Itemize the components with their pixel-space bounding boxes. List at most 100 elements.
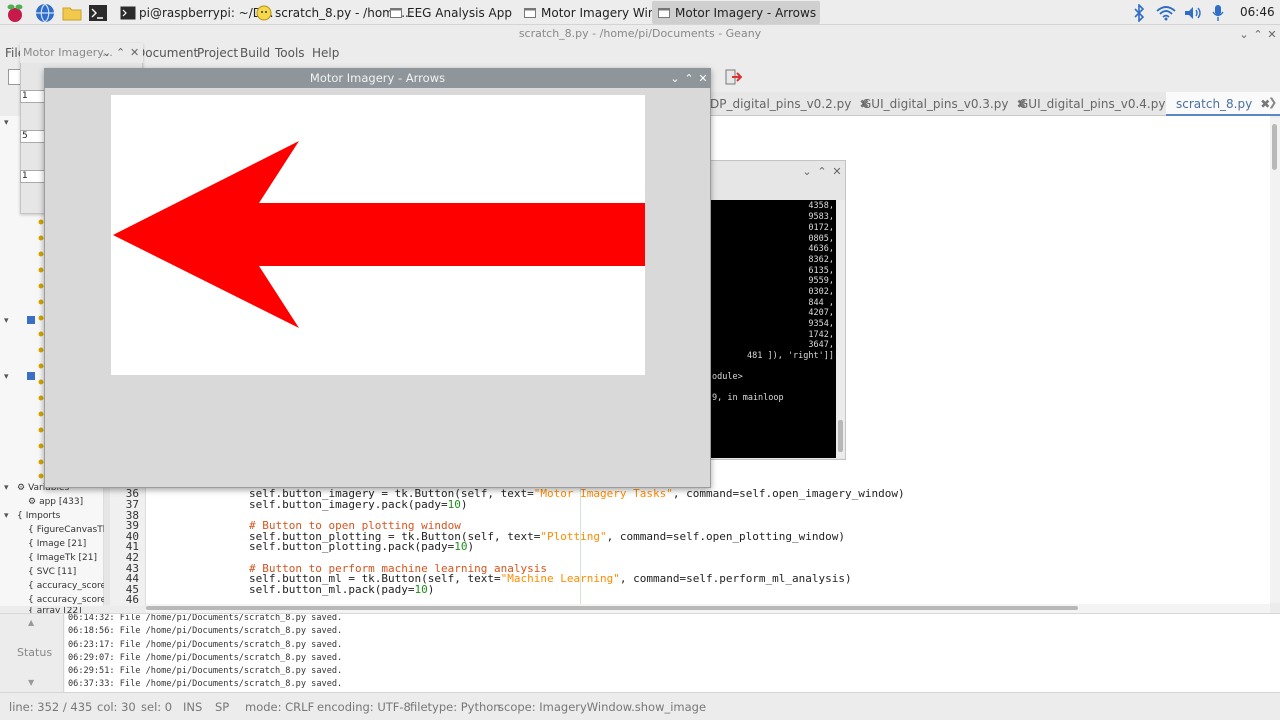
menu-tools[interactable]: Tools bbox=[275, 46, 305, 60]
message-tabs: ▲ Status ▼ bbox=[0, 614, 64, 692]
terminal-icon[interactable] bbox=[87, 2, 109, 23]
menu-build[interactable]: Build bbox=[240, 46, 270, 60]
status-sel: sel: 0 bbox=[141, 700, 173, 714]
sidebar-label: ImageTk [21] bbox=[36, 553, 97, 563]
status-message: 06:18:56: File /home/pi/Documents/scratc… bbox=[68, 626, 343, 636]
expander-icon[interactable]: ▾ bbox=[4, 483, 9, 493]
console-line: 4636, bbox=[808, 244, 834, 254]
console-line: 6135, bbox=[808, 266, 834, 276]
maximize-icon[interactable]: ⌃ bbox=[682, 71, 696, 85]
console-line: 844 , bbox=[808, 298, 834, 308]
sidebar-item-import[interactable]: {accuracy_score bbox=[28, 581, 106, 591]
console-line: 0805, bbox=[808, 234, 834, 244]
console-line: 9354, bbox=[808, 319, 834, 329]
document-tabs: DP_digital_pins_v0.2.py ✖ GUI_digital_pin… bbox=[710, 92, 1280, 116]
quit-icon[interactable] bbox=[724, 68, 743, 86]
motor-imagery-window-titlebar[interactable]: Motor Imagery... ⌄ ⌃ ✕ bbox=[20, 43, 143, 63]
menubar: File Document Project Build Tools Help bbox=[0, 43, 1280, 63]
minimize-icon[interactable]: ⌄ bbox=[800, 164, 814, 178]
sidebar-label: FigureCanvasTkA bbox=[36, 525, 115, 535]
minimize-icon[interactable]: ⌄ bbox=[1237, 27, 1251, 41]
taskbar: pi@raspberrypi: ~/D... scratch_8.py - /h… bbox=[0, 0, 1280, 25]
sidebar-label: accuracy_score bbox=[36, 581, 107, 591]
arrow-canvas bbox=[111, 95, 645, 375]
entry-field[interactable]: 5 bbox=[20, 130, 46, 143]
browser-icon[interactable] bbox=[34, 2, 56, 23]
tab-dp-digital-pins[interactable]: DP_digital_pins_v0.2.py ✖ bbox=[710, 92, 869, 116]
minimize-icon[interactable]: ⌄ bbox=[668, 71, 682, 85]
console-output[interactable]: 4358, 9583, 0172, 0805, 4636, 8362, 6135… bbox=[710, 200, 836, 458]
status-message: 06:23:17: File /home/pi/Documents/scratc… bbox=[68, 640, 343, 650]
terminal-icon bbox=[120, 6, 136, 20]
clock: 06:46 bbox=[1240, 5, 1275, 19]
close-icon[interactable]: ✕ bbox=[830, 164, 844, 178]
entry-field[interactable]: 1 bbox=[20, 170, 46, 183]
window-icon bbox=[656, 6, 672, 20]
console-line: 8362, bbox=[808, 255, 834, 265]
scrollbar-thumb[interactable] bbox=[146, 606, 1078, 610]
sidebar-item-import[interactable]: {Image [21] bbox=[28, 539, 86, 549]
wifi-icon[interactable] bbox=[1156, 3, 1176, 22]
console-line: 4207, bbox=[808, 308, 834, 318]
expander-icon[interactable]: ▾ bbox=[4, 511, 9, 521]
file-manager-icon[interactable] bbox=[61, 2, 83, 23]
left-arrow-icon bbox=[113, 141, 645, 328]
sidebar-label: Image [21] bbox=[36, 539, 87, 549]
bluetooth-icon[interactable] bbox=[1129, 3, 1149, 22]
close-icon[interactable]: ✕ bbox=[696, 71, 710, 85]
code-editor[interactable]: self.button_imagery = tk.Button(self, te… bbox=[146, 486, 1270, 606]
task-eeg-app[interactable]: EEG Analysis App bbox=[384, 1, 516, 24]
close-icon[interactable]: ✕ bbox=[1265, 27, 1279, 41]
window-title: Motor Imagery... bbox=[23, 46, 113, 59]
microphone-icon[interactable] bbox=[1208, 3, 1228, 22]
import-icon: { bbox=[28, 595, 34, 605]
scrollbar-thumb[interactable] bbox=[1272, 124, 1277, 170]
expander-icon[interactable]: ▾ bbox=[4, 372, 9, 382]
raspberry-menu-icon[interactable] bbox=[4, 2, 26, 23]
tab-gui-digital-pins-v03[interactable]: GUI_digital_pins_v0.3.py ✖ bbox=[862, 92, 1027, 116]
sidebar-item-import[interactable]: {SVC [11] bbox=[28, 567, 76, 577]
menu-document[interactable]: Document bbox=[136, 46, 198, 60]
import-icon: { bbox=[28, 525, 34, 535]
editor-vertical-scrollbar[interactable] bbox=[1270, 118, 1280, 603]
expander-icon[interactable]: ▾ bbox=[4, 118, 9, 128]
import-icon: { bbox=[28, 539, 34, 549]
tab-scratch-8[interactable]: scratch_8.py ✖ bbox=[1166, 92, 1280, 116]
task-motor-imagery-arrows[interactable]: Motor Imagery - Arrows bbox=[652, 1, 821, 24]
sidebar-label: Imports bbox=[25, 511, 61, 521]
menu-project[interactable]: Project bbox=[197, 46, 238, 60]
scroll-down-icon[interactable]: ▼ bbox=[28, 678, 34, 687]
console-line: 9583, bbox=[808, 212, 834, 222]
geany-window-title: scratch_8.py - /home/pi/Documents - Gean… bbox=[518, 27, 762, 40]
close-icon[interactable]: ✕ bbox=[130, 46, 139, 59]
arrows-window-titlebar[interactable]: Motor Imagery - Arrows bbox=[44, 68, 711, 88]
sidebar-item-import[interactable]: {ImageTk [21] bbox=[28, 553, 97, 563]
status-mode: mode: CRLF bbox=[245, 700, 315, 714]
tab-gui-digital-pins-v04[interactable]: GUI_digital_pins_v0.4.py✖ bbox=[1019, 92, 1184, 116]
console-line: 0302, bbox=[808, 287, 834, 297]
line-number: 46 bbox=[125, 593, 139, 606]
sidebar-item-import[interactable]: {accuracy_score bbox=[28, 595, 106, 605]
sidebar-label: SVC [11] bbox=[36, 567, 77, 577]
statusbar: line: 352 / 435 col: 30 sel: 0 INS SP mo… bbox=[0, 692, 1280, 720]
maximize-icon[interactable]: ⌃ bbox=[815, 164, 829, 178]
sidebar-item-app[interactable]: ⚙ app [433] bbox=[28, 497, 83, 507]
scroll-up-icon[interactable]: ▲ bbox=[28, 618, 34, 627]
scrollbar-thumb[interactable] bbox=[838, 420, 843, 452]
maximize-icon[interactable]: ⌃ bbox=[1251, 27, 1265, 41]
line-number-gutter: 36 37 38 39 40 41 42 43 44 45 46 bbox=[110, 486, 146, 606]
chevron-down-icon[interactable]: ⌄ bbox=[102, 46, 111, 59]
class-icon bbox=[26, 315, 36, 328]
maximize-icon[interactable]: ⌃ bbox=[116, 46, 125, 59]
status-messages: 06:14:32: File /home/pi/Documents/scratc… bbox=[65, 614, 1280, 692]
expander-icon[interactable]: ▾ bbox=[4, 316, 9, 326]
tab-status[interactable]: Status bbox=[17, 646, 52, 659]
volume-icon[interactable] bbox=[1183, 3, 1203, 22]
entry-field[interactable]: 1 bbox=[20, 90, 46, 103]
sidebar-item-import[interactable]: {FigureCanvasTkA bbox=[28, 525, 114, 535]
menu-help[interactable]: Help bbox=[312, 46, 339, 60]
import-icon: { bbox=[28, 567, 34, 577]
sidebar-label: app [433] bbox=[39, 497, 84, 507]
tab-scroll-icon[interactable]: ❯ bbox=[1268, 96, 1277, 109]
sidebar-imports[interactable]: { Imports bbox=[17, 511, 60, 521]
